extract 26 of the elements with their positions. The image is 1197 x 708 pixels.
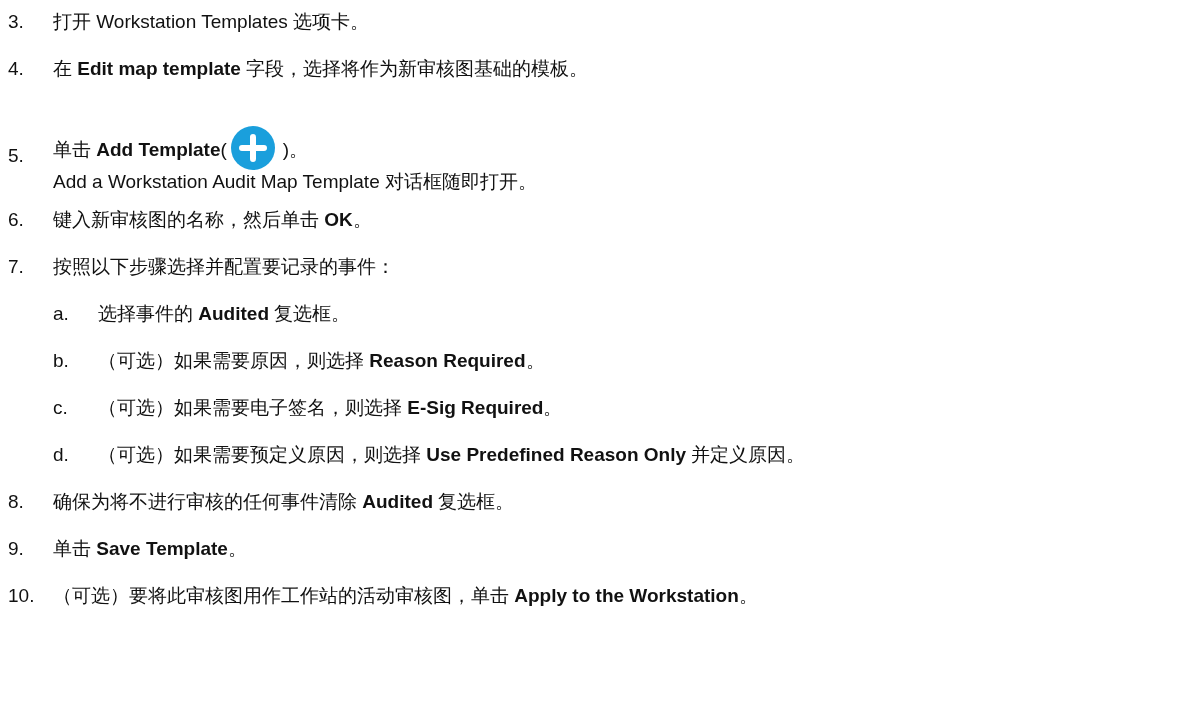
step-text: 键入新审核图的名称，然后单击 OK。: [53, 208, 372, 232]
substep-letter: c.: [53, 396, 69, 420]
step-text: )。: [282, 138, 309, 162]
step-number: 10.: [8, 584, 36, 608]
step-number: 7.: [8, 255, 25, 279]
step-text: 确保为将不进行审核的任何事件清除 Audited 复选框。: [53, 490, 515, 514]
substep-text: （可选）如果需要预定义原因，则选择 Use Predefined Reason Only 并定义原因。: [98, 443, 806, 467]
step-text: 打开 Workstation Templates 选项卡。: [53, 10, 370, 34]
step-text: （可选）要将此审核图用作工作站的活动审核图，单击 Apply to the Workstation。: [53, 584, 758, 608]
substep-text: 选择事件的 Audited 复选框。: [98, 302, 351, 326]
substep-letter: b.: [53, 349, 70, 373]
step-note: Add a Workstation Audit Map Template 对话框随即打开。: [53, 170, 537, 194]
step-number: 6.: [8, 208, 25, 232]
step-number: 3.: [8, 10, 25, 34]
step-number: 5.: [8, 144, 25, 168]
substep-text: （可选）如果需要电子签名，则选择 E-Sig Required。: [98, 396, 563, 420]
step-text: 单击 Save Template。: [53, 537, 247, 561]
step-number: 8.: [8, 490, 25, 514]
step-text: 在 Edit map template 字段，选择将作为新审核图基础的模板。: [53, 57, 589, 81]
substep-letter: d.: [53, 443, 70, 467]
substep-letter: a.: [53, 302, 70, 326]
step-text: 单击 Add Template(: [53, 138, 227, 162]
substep-text: （可选）如果需要原因，则选择 Reason Required。: [98, 349, 545, 373]
step-text: 按照以下步骤选择并配置要记录的事件：: [53, 255, 396, 279]
step-number: 4.: [8, 57, 25, 81]
step-number: 9.: [8, 537, 25, 561]
